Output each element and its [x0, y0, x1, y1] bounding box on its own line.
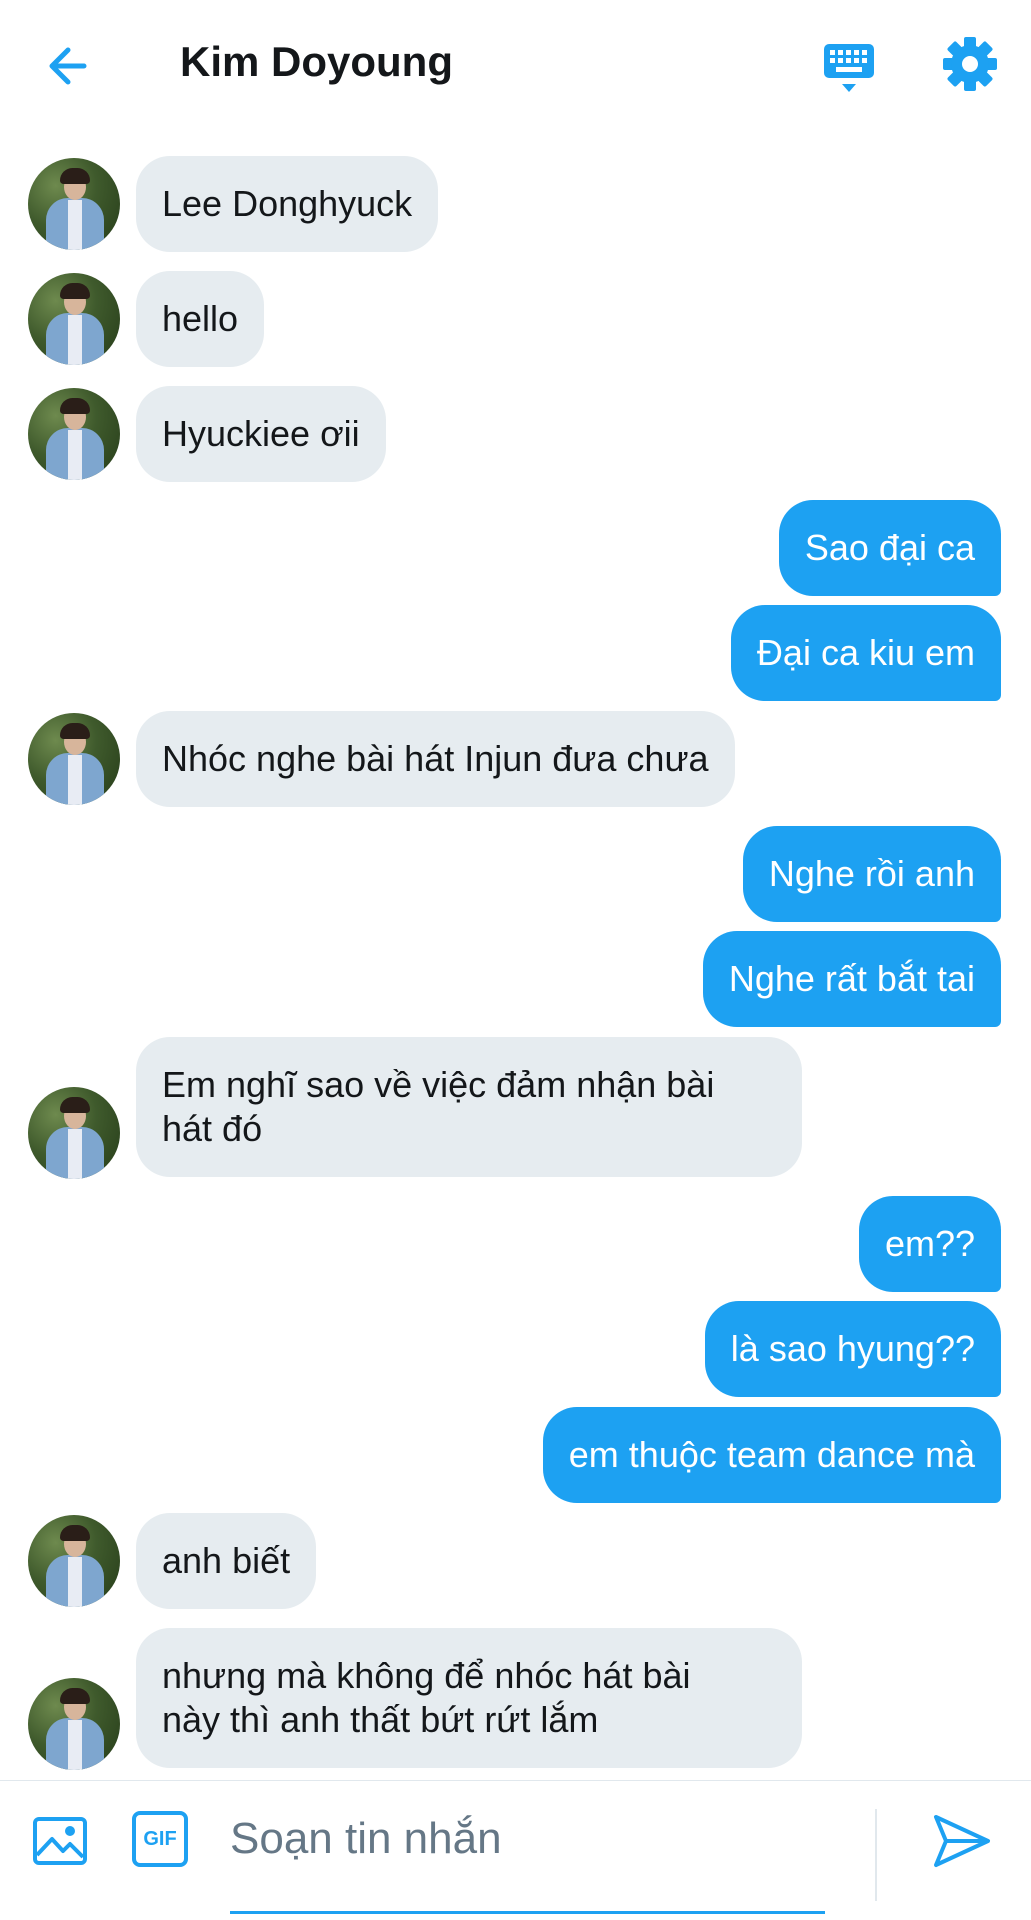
- message-bubble-outgoing[interactable]: Sao đại ca: [778, 500, 1001, 596]
- conversation-header: Kim Doyoung: [0, 0, 1031, 130]
- arrow-left-icon: [49, 47, 87, 85]
- gif-icon: GIF: [143, 1827, 177, 1850]
- send-icon: [934, 1815, 990, 1867]
- message-bubble-incoming[interactable]: Lee Donghyuck: [136, 156, 439, 252]
- message-bubble-outgoing[interactable]: là sao hyung??: [704, 1301, 1001, 1397]
- keyboard-button[interactable]: [820, 38, 878, 96]
- message-bubble-outgoing[interactable]: em??: [858, 1196, 1001, 1292]
- message-bubble-outgoing[interactable]: Đại ca kiu em: [730, 605, 1001, 701]
- back-button[interactable]: [40, 36, 100, 96]
- message-bubble-incoming[interactable]: Nhóc nghe bài hát Injun đưa chưa: [136, 711, 735, 807]
- dm-conversation-screen: Kim Doyoung Lee Donghyuck hello Hyuckiee…: [0, 0, 1031, 1920]
- message-bubble-outgoing[interactable]: Nghe rồi anh: [742, 826, 1001, 922]
- send-button[interactable]: [930, 1809, 994, 1873]
- message-list[interactable]: Lee Donghyuck hello Hyuckiee ơii Sao đại…: [0, 130, 1031, 1780]
- message-bubble-incoming[interactable]: anh biết: [136, 1513, 317, 1609]
- message-composer: GIF: [0, 1780, 1031, 1920]
- conversation-title[interactable]: Kim Doyoung: [180, 38, 453, 86]
- settings-button[interactable]: [940, 34, 1000, 94]
- message-bubble-incoming[interactable]: Em nghĩ sao về việc đảm nhận bài hát đó: [136, 1037, 802, 1177]
- avatar[interactable]: [28, 158, 120, 250]
- avatar[interactable]: [28, 1515, 120, 1607]
- keyboard-icon: [824, 44, 874, 92]
- image-icon: [33, 1817, 87, 1865]
- message-bubble-outgoing[interactable]: Nghe rất bắt tai: [702, 931, 1001, 1027]
- avatar[interactable]: [28, 1087, 120, 1179]
- avatar[interactable]: [28, 388, 120, 480]
- add-gif-button[interactable]: GIF: [132, 1811, 188, 1867]
- message-bubble-incoming[interactable]: Hyuckiee ơii: [136, 386, 386, 482]
- gear-icon: [943, 37, 997, 91]
- avatar[interactable]: [28, 1678, 120, 1770]
- avatar[interactable]: [28, 273, 120, 365]
- add-image-button[interactable]: [30, 1811, 90, 1871]
- input-underline: [230, 1911, 825, 1914]
- message-bubble-incoming[interactable]: hello: [136, 271, 265, 367]
- message-bubble-incoming[interactable]: nhưng mà không để nhóc hát bài này thì a…: [136, 1628, 802, 1768]
- message-bubble-outgoing[interactable]: em thuộc team dance mà: [542, 1407, 1001, 1503]
- message-input[interactable]: [230, 1801, 825, 1877]
- divider: [875, 1809, 877, 1901]
- avatar[interactable]: [28, 713, 120, 805]
